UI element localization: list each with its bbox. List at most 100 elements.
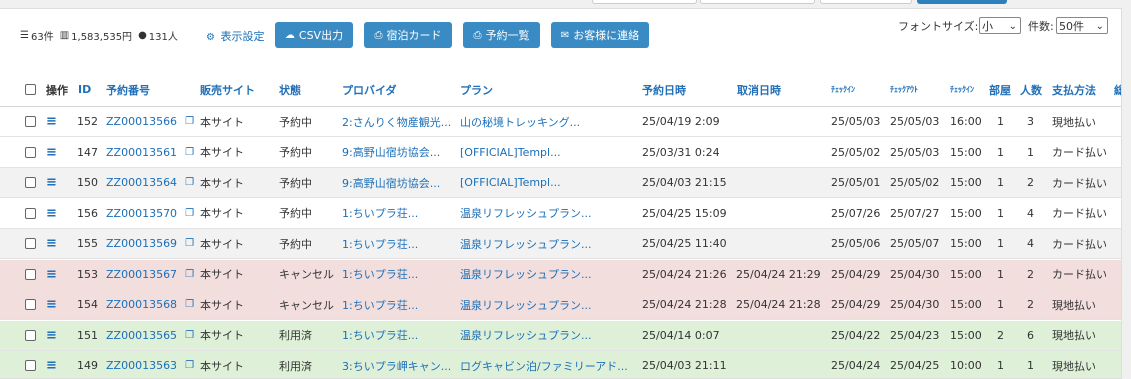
cell-plan-text[interactable]: 温泉リフレッシュプラン...: [460, 205, 592, 221]
csv-export-button[interactable]: ☁ CSV出力: [275, 22, 353, 48]
display-setting-link[interactable]: ⚙ 表示設定: [206, 28, 264, 44]
cell-plan-text[interactable]: 温泉リフレッシュプラン...: [460, 297, 592, 313]
row-checkbox[interactable]: [25, 290, 36, 319]
top-blue-button[interactable]: [917, 0, 1007, 4]
row-menu-button[interactable]: ≡: [46, 107, 57, 136]
cell-plan-text[interactable]: [OFFICIAL]Templ...: [460, 146, 561, 159]
cell-provider[interactable]: 1:ちいプラ荘...: [342, 229, 418, 258]
row-menu-button[interactable]: ≡: [46, 290, 57, 319]
copy-icon[interactable]: ❐: [185, 330, 194, 341]
contact-customer-button[interactable]: ✉ お客様に連絡: [551, 22, 649, 48]
row-checkbox[interactable]: [25, 199, 36, 228]
cell-reservation-no[interactable]: ZZ00013569 ❐: [106, 229, 194, 258]
row-checkbox[interactable]: [25, 229, 36, 258]
menu-icon[interactable]: ≡: [46, 114, 57, 129]
checkbox[interactable]: [25, 177, 36, 188]
menu-icon[interactable]: ≡: [46, 175, 57, 190]
row-menu-button[interactable]: ≡: [46, 260, 57, 289]
cell-plan[interactable]: 山の秘境トレッキング...: [460, 107, 580, 136]
copy-icon[interactable]: ❐: [185, 360, 194, 371]
copy-icon[interactable]: ❐: [185, 238, 194, 249]
cell-plan[interactable]: 温泉リフレッシュプラン...: [460, 321, 592, 350]
cell-provider[interactable]: 1:ちいプラ荘...: [342, 290, 418, 319]
header-provider[interactable]: プロバイダ: [342, 73, 397, 106]
header-people[interactable]: 人数: [1020, 73, 1042, 106]
cell-plan[interactable]: 温泉リフレッシュプラン...: [460, 260, 592, 289]
select-all-checkbox[interactable]: [25, 73, 36, 106]
header-reservation-no[interactable]: 予約番号: [106, 73, 150, 106]
header-cancelled-at[interactable]: 取消日時: [737, 73, 781, 106]
menu-icon[interactable]: ≡: [46, 328, 57, 343]
cell-plan-text[interactable]: 温泉リフレッシュプラン...: [460, 266, 592, 282]
cell-reservation-no[interactable]: ZZ00013564 ❐: [106, 168, 194, 197]
checkbox[interactable]: [25, 238, 36, 249]
header-sales-site[interactable]: 販売サイト: [200, 73, 255, 106]
cell-provider-text[interactable]: 2:さんりく物産観光...: [342, 114, 451, 130]
cell-reservation-no[interactable]: ZZ00013570 ❐: [106, 199, 194, 228]
cell-reservation-no[interactable]: ZZ00013568 ❐: [106, 290, 194, 319]
header-plan[interactable]: プラン: [460, 73, 493, 106]
copy-icon[interactable]: ❐: [185, 147, 194, 158]
cell-plan[interactable]: 温泉リフレッシュプラン...: [460, 290, 592, 319]
cell-provider[interactable]: 1:ちいプラ荘...: [342, 321, 418, 350]
cell-provider[interactable]: 1:ちいプラ荘...: [342, 260, 418, 289]
cell-plan-text[interactable]: 山の秘境トレッキング...: [460, 114, 580, 130]
cell-provider-text[interactable]: 1:ちいプラ荘...: [342, 266, 418, 282]
checkbox[interactable]: [25, 299, 36, 310]
cell-provider-text[interactable]: 1:ちいプラ荘...: [342, 297, 418, 313]
cell-provider-text[interactable]: 1:ちいプラ荘...: [342, 327, 418, 343]
top-tab[interactable]: [820, 0, 912, 4]
cell-plan[interactable]: 温泉リフレッシュプラン...: [460, 229, 592, 258]
cell-provider-text[interactable]: 9:高野山宿坊協会...: [342, 175, 440, 191]
row-checkbox[interactable]: [25, 260, 36, 289]
checkbox[interactable]: [25, 146, 36, 158]
header-id[interactable]: ID: [78, 73, 91, 106]
header-checkout[interactable]: ﾁｪｯｸｱｳﾄ: [890, 73, 918, 106]
cell-plan-text[interactable]: [OFFICIAL]Templ...: [460, 176, 561, 189]
row-menu-button[interactable]: ≡: [46, 138, 57, 167]
cell-provider-text[interactable]: 3:ちいプラ岬キャン...: [342, 358, 451, 374]
top-tab[interactable]: [700, 0, 815, 4]
menu-icon[interactable]: ≡: [46, 145, 57, 160]
row-menu-button[interactable]: ≡: [46, 199, 57, 228]
cell-reservation-no[interactable]: ZZ00013567 ❐: [106, 260, 194, 289]
cell-plan-text[interactable]: ログキャビン泊/ファミリーアド...: [460, 358, 628, 374]
header-rooms[interactable]: 部屋: [989, 73, 1011, 106]
cell-reservation-no[interactable]: ZZ00013566 ❐: [106, 107, 194, 136]
checkbox[interactable]: [25, 116, 36, 127]
cell-provider[interactable]: 9:高野山宿坊協会...: [342, 138, 440, 167]
cell-plan[interactable]: 温泉リフレッシュプラン...: [460, 199, 592, 228]
count-per-page-select[interactable]: 50件 ⌄: [1056, 17, 1108, 34]
cell-provider-text[interactable]: 9:高野山宿坊協会...: [342, 144, 440, 160]
row-menu-button[interactable]: ≡: [46, 321, 57, 350]
font-size-select[interactable]: 小 ⌄: [979, 17, 1021, 34]
cell-plan[interactable]: ログキャビン泊/ファミリーアド...: [460, 351, 628, 378]
copy-icon[interactable]: ❐: [185, 299, 194, 310]
cell-plan[interactable]: [OFFICIAL]Templ...: [460, 168, 561, 197]
checkbox[interactable]: [25, 84, 36, 95]
reservation-list-button[interactable]: ⎙ 予約一覧: [463, 22, 540, 48]
top-tab[interactable]: [592, 0, 697, 4]
cell-reservation-no-text[interactable]: ZZ00013564: [106, 176, 177, 189]
row-menu-button[interactable]: ≡: [46, 229, 57, 258]
cell-reservation-no-text[interactable]: ZZ00013566: [106, 115, 177, 128]
menu-icon[interactable]: ≡: [46, 236, 57, 251]
cell-provider[interactable]: 9:高野山宿坊協会...: [342, 168, 440, 197]
menu-icon[interactable]: ≡: [46, 297, 57, 312]
cell-provider[interactable]: 3:ちいプラ岬キャン...: [342, 351, 451, 378]
cell-reservation-no-text[interactable]: ZZ00013568: [106, 298, 177, 311]
cell-reservation-no-text[interactable]: ZZ00013570: [106, 207, 177, 220]
cell-provider-text[interactable]: 1:ちいプラ荘...: [342, 205, 418, 221]
menu-icon[interactable]: ≡: [46, 358, 57, 373]
checkbox[interactable]: [25, 207, 36, 219]
header-checkin[interactable]: ﾁｪｯｸｲﾝ: [831, 73, 855, 106]
cell-reservation-no-text[interactable]: ZZ00013569: [106, 237, 177, 250]
row-checkbox[interactable]: [25, 351, 36, 378]
header-extra[interactable]: 総: [1114, 73, 1121, 106]
row-menu-button[interactable]: ≡: [46, 168, 57, 197]
header-reserved-at[interactable]: 予約日時: [642, 73, 686, 106]
cell-reservation-no[interactable]: ZZ00013561 ❐: [106, 138, 194, 167]
header-checkin-time[interactable]: ﾁｪｯｸｲﾝ: [950, 73, 974, 106]
cell-reservation-no-text[interactable]: ZZ00013567: [106, 268, 177, 281]
menu-icon[interactable]: ≡: [46, 206, 57, 221]
